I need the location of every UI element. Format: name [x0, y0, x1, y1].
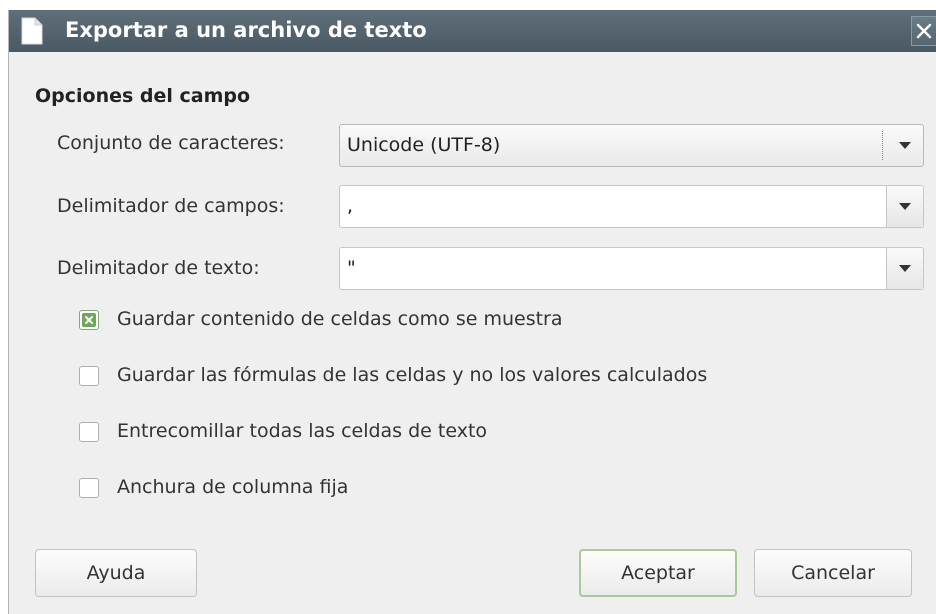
save-formulas-checkbox[interactable]	[79, 366, 99, 386]
field-delimiter-input[interactable]: ,	[347, 195, 353, 217]
quote-text-cells-label: Entrecomillar todas las celdas de texto	[117, 420, 488, 442]
save-as-shown-checkbox[interactable]	[79, 310, 99, 330]
save-as-shown-label: Guardar contenido de celdas como se mues…	[117, 308, 563, 330]
charset-select[interactable]: Unicode (UTF-8)	[339, 124, 924, 167]
field-delimiter-label: Delimitador de campos:	[57, 195, 285, 217]
field-delimiter-combo[interactable]: ,	[339, 185, 924, 228]
dialog-title: Exportar a un archivo de texto	[65, 18, 427, 42]
text-delimiter-input[interactable]: "	[347, 257, 356, 279]
charset-dropdown-button[interactable]	[887, 125, 923, 166]
text-delimiter-combo[interactable]: "	[339, 247, 924, 290]
title-bar[interactable]: Exportar a un archivo de texto	[9, 10, 936, 52]
save-formulas-label: Guardar las fórmulas de las celdas y no …	[117, 364, 708, 386]
text-delimiter-dropdown-button[interactable]	[886, 248, 923, 289]
chevron-down-icon	[899, 142, 911, 149]
ok-button[interactable]: Aceptar	[579, 549, 737, 597]
cancel-button[interactable]: Cancelar	[754, 549, 912, 597]
fixed-column-width-checkbox[interactable]	[79, 478, 99, 498]
text-delimiter-label: Delimitador de texto:	[57, 257, 260, 279]
charset-label: Conjunto de caracteres:	[57, 132, 285, 154]
chevron-down-icon	[899, 203, 911, 210]
document-icon	[21, 17, 43, 45]
help-button[interactable]: Ayuda	[35, 549, 197, 597]
checkmark-icon	[82, 313, 96, 327]
charset-value: Unicode (UTF-8)	[347, 134, 501, 156]
quote-text-cells-checkbox[interactable]	[79, 422, 99, 442]
combo-separator	[882, 131, 883, 160]
section-title: Opciones del campo	[35, 85, 251, 107]
export-text-dialog: Exportar a un archivo de texto Opciones …	[8, 10, 936, 614]
chevron-down-icon	[899, 265, 911, 272]
close-button[interactable]	[911, 16, 936, 46]
fixed-column-width-label: Anchura de columna fija	[117, 476, 349, 498]
close-icon	[916, 23, 932, 39]
field-delimiter-dropdown-button[interactable]	[886, 186, 923, 227]
